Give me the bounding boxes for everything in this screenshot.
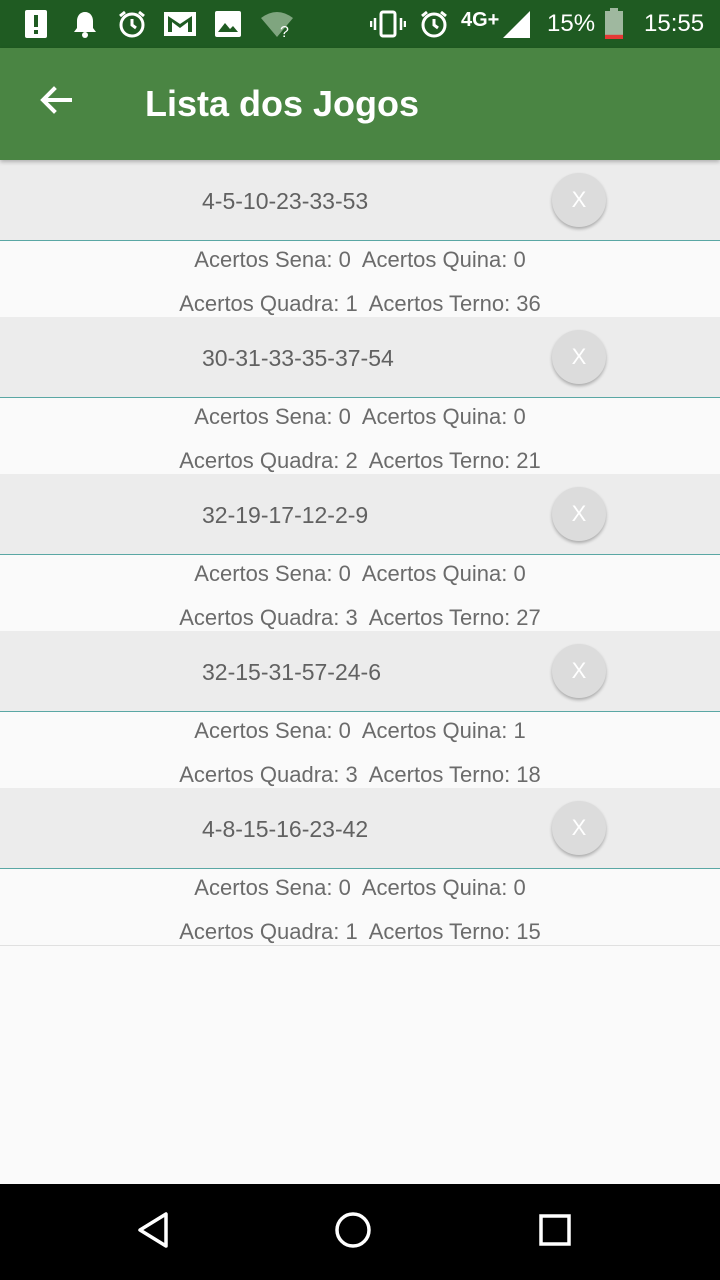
alarm-icon [418, 8, 450, 40]
list-item: 32-19-17-12-2-9 X Acertos Sena: 0 Acerto… [0, 474, 720, 632]
gmail-icon [162, 8, 198, 40]
network-type-label: 4G+ [461, 9, 500, 31]
results-line-quadra-terno: Acertos Quadra: 2 Acertos Terno: 21 [179, 448, 541, 473]
svg-text:?: ? [280, 24, 289, 38]
game-header: 32-19-17-12-2-9 X [0, 474, 720, 555]
list-item: 4-5-10-23-33-53 X Acertos Sena: 0 Acerto… [0, 160, 720, 318]
game-numbers: 4-5-10-23-33-53 [202, 188, 369, 214]
list-item: 30-31-33-35-37-54 X Acertos Sena: 0 Acer… [0, 317, 720, 475]
alarm-icon [116, 8, 148, 40]
delete-game-button[interactable]: X [552, 330, 606, 384]
game-numbers: 30-31-33-35-37-54 [202, 345, 394, 371]
game-results: Acertos Sena: 0 Acertos Quina: 0 Acertos… [0, 398, 720, 475]
navigation-bar [0, 1184, 720, 1280]
delete-game-button[interactable]: X [552, 173, 606, 227]
alert-icon [22, 8, 50, 40]
game-results: Acertos Sena: 0 Acertos Quina: 1 Acertos… [0, 712, 720, 789]
nav-back-button[interactable] [126, 1204, 182, 1260]
app-bar: Lista dos Jogos [0, 48, 720, 160]
battery-icon [602, 8, 626, 40]
clock-label: 15:55 [644, 10, 705, 37]
game-header: 4-5-10-23-33-53 X [0, 160, 720, 241]
status-bar: ? 4G+ 15% 15:55 [0, 0, 720, 48]
home-circle-icon [333, 1210, 373, 1255]
nav-recents-button[interactable] [527, 1204, 583, 1260]
results-line-quadra-terno: Acertos Quadra: 3 Acertos Terno: 18 [179, 762, 541, 787]
signal-icon [500, 8, 532, 40]
notification-bell-icon [70, 8, 100, 40]
delete-game-button[interactable]: X [552, 801, 606, 855]
game-numbers: 4-8-15-16-23-42 [202, 816, 369, 842]
results-line-sena-quina: Acertos Sena: 0 Acertos Quina: 0 [194, 561, 526, 586]
results-line-sena-quina: Acertos Sena: 0 Acertos Quina: 0 [194, 404, 526, 429]
game-header: 30-31-33-35-37-54 X [0, 317, 720, 398]
game-header: 4-8-15-16-23-42 X [0, 788, 720, 869]
game-results: Acertos Sena: 0 Acertos Quina: 0 Acertos… [0, 241, 720, 318]
game-header: 32-15-31-57-24-6 X [0, 631, 720, 712]
delete-game-button[interactable]: X [552, 487, 606, 541]
results-line-sena-quina: Acertos Sena: 0 Acertos Quina: 1 [194, 718, 526, 743]
arrow-back-icon [38, 82, 74, 123]
results-line-sena-quina: Acertos Sena: 0 Acertos Quina: 0 [194, 875, 526, 900]
list-item: 4-8-15-16-23-42 X Acertos Sena: 0 Acerto… [0, 788, 720, 946]
back-button[interactable] [28, 74, 84, 130]
list-item: 32-15-31-57-24-6 X Acertos Sena: 0 Acert… [0, 631, 720, 789]
page-title: Lista dos Jogos [145, 83, 420, 124]
delete-game-button[interactable]: X [552, 644, 606, 698]
battery-percent-label: 15% [547, 10, 596, 37]
nav-home-button[interactable] [325, 1204, 381, 1260]
games-list: 4-5-10-23-33-53 X Acertos Sena: 0 Acerto… [0, 160, 720, 946]
game-results: Acertos Sena: 0 Acertos Quina: 0 Acertos… [0, 555, 720, 632]
recents-square-icon [535, 1210, 575, 1255]
results-line-quadra-terno: Acertos Quadra: 1 Acertos Terno: 15 [179, 919, 541, 944]
wifi-question-icon: ? [258, 8, 296, 40]
game-numbers: 32-19-17-12-2-9 [202, 502, 369, 528]
game-numbers: 32-15-31-57-24-6 [202, 659, 382, 685]
vibrate-icon [370, 8, 406, 40]
results-line-quadra-terno: Acertos Quadra: 3 Acertos Terno: 27 [179, 605, 541, 630]
back-triangle-icon [134, 1210, 174, 1255]
image-icon [212, 8, 244, 40]
results-line-sena-quina: Acertos Sena: 0 Acertos Quina: 0 [194, 247, 526, 272]
results-line-quadra-terno: Acertos Quadra: 1 Acertos Terno: 36 [179, 291, 541, 316]
game-results: Acertos Sena: 0 Acertos Quina: 0 Acertos… [0, 869, 720, 946]
